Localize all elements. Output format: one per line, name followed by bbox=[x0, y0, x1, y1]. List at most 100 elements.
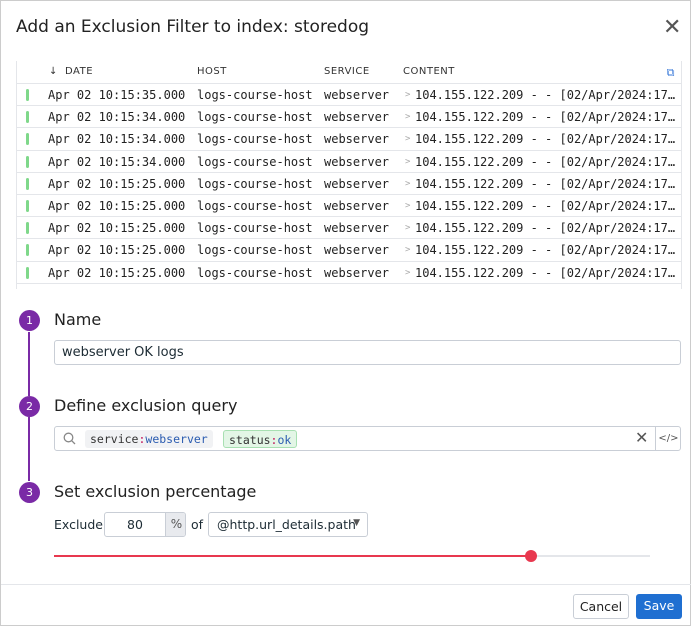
cell-content: 104.155.122.209 - - [02/Apr/2024:17… bbox=[415, 88, 676, 102]
status-indicator bbox=[26, 222, 29, 235]
exclude-label: Exclude bbox=[54, 517, 103, 532]
status-indicator bbox=[26, 244, 29, 257]
expand-chevron-icon[interactable]: > bbox=[405, 157, 410, 167]
step-1-badge: 1 bbox=[19, 310, 40, 331]
table-row[interactable]: Apr 02 10:15:34.000 logs-course-host web… bbox=[17, 149, 681, 172]
cell-content: 104.155.122.209 - - [02/Apr/2024:17… bbox=[415, 198, 676, 213]
col-date[interactable]: DATE bbox=[65, 66, 93, 77]
table-row[interactable]: Apr 02 10:15:35.000 logs-course-host web… bbox=[17, 83, 681, 105]
cell-service: webserver bbox=[324, 221, 390, 236]
status-indicator bbox=[26, 199, 29, 212]
table-row[interactable]: Apr 02 10:15:25.000 logs-course-host web… bbox=[17, 171, 681, 194]
cell-content: 104.155.122.209 - - [02/Apr/2024:17… bbox=[415, 154, 676, 169]
cell-service: webserver bbox=[324, 132, 390, 147]
cell-content: 104.155.122.209 - - [02/Apr/2024:17… bbox=[415, 176, 676, 191]
log-table[interactable]: ↓ DATE HOST SERVICE CONTENT ⧉ Apr 02 10:… bbox=[16, 61, 682, 289]
cell-service: webserver bbox=[324, 154, 390, 169]
expand-chevron-icon[interactable]: > bbox=[405, 90, 410, 100]
cell-content: 104.155.122.209 - - [02/Apr/2024:17… bbox=[415, 265, 676, 280]
table-row[interactable]: Apr 02 10:15:25.000 logs-course-host web… bbox=[17, 193, 681, 216]
cell-service: webserver bbox=[324, 198, 390, 213]
percent-unit: % bbox=[165, 513, 185, 536]
table-row[interactable]: Apr 02 10:15:25.000 logs-course-host web… bbox=[17, 282, 681, 289]
status-indicator bbox=[26, 177, 29, 190]
step-3-badge: 3 bbox=[19, 482, 40, 503]
slider-thumb[interactable] bbox=[524, 550, 537, 562]
code-toggle-icon[interactable]: </> bbox=[655, 427, 681, 450]
expand-chevron-icon[interactable]: > bbox=[405, 179, 410, 189]
status-indicator bbox=[26, 133, 29, 146]
exclusion-slider[interactable] bbox=[54, 550, 650, 562]
chevron-down-icon: ▼ bbox=[353, 518, 360, 528]
status-indicator bbox=[26, 266, 29, 279]
expand-chevron-icon[interactable]: > bbox=[405, 112, 410, 122]
table-row[interactable]: Apr 02 10:15:25.000 logs-course-host web… bbox=[17, 260, 681, 283]
clear-query-icon[interactable]: ✕ bbox=[635, 428, 648, 447]
query-input[interactable]: service:webserver status:ok ✕ </> bbox=[54, 426, 681, 451]
cell-content: 104.155.122.209 - - [02/Apr/2024:17… bbox=[415, 288, 675, 289]
cell-host: logs-course-host bbox=[197, 221, 313, 236]
cell-service: webserver bbox=[324, 176, 390, 191]
exclude-percent-input[interactable]: 80 % bbox=[104, 512, 186, 537]
slider-fill bbox=[54, 555, 531, 557]
expand-chevron-icon[interactable]: > bbox=[405, 245, 410, 255]
cell-host: logs-course-host bbox=[197, 198, 313, 213]
cell-host: logs-course-host bbox=[197, 154, 313, 169]
of-label: of bbox=[191, 517, 204, 532]
col-content[interactable]: CONTENT bbox=[403, 66, 455, 77]
cell-host: logs-course-host bbox=[197, 243, 313, 258]
search-icon bbox=[63, 432, 76, 445]
cell-content: 104.155.122.209 - - [02/Apr/2024:17… bbox=[415, 221, 676, 236]
cell-date: Apr 02 10:15:25.000 bbox=[48, 288, 185, 289]
cell-service: webserver bbox=[324, 88, 390, 102]
status-indicator bbox=[26, 89, 29, 101]
cell-host: logs-course-host bbox=[197, 110, 313, 125]
cell-date: Apr 02 10:15:35.000 bbox=[48, 88, 186, 102]
cell-host: logs-course-host bbox=[197, 132, 313, 147]
cell-date: Apr 02 10:15:34.000 bbox=[48, 132, 186, 147]
expand-chevron-icon[interactable]: > bbox=[405, 134, 410, 144]
cell-date: Apr 02 10:15:25.000 bbox=[48, 243, 186, 258]
cancel-button[interactable]: Cancel bbox=[573, 594, 629, 619]
table-header: ↓ DATE HOST SERVICE CONTENT ⧉ bbox=[17, 61, 681, 83]
table-row[interactable]: Apr 02 10:15:25.000 logs-course-host web… bbox=[17, 238, 681, 260]
cell-service: webserver bbox=[324, 288, 389, 289]
filter-name-input[interactable]: webserver OK logs bbox=[54, 340, 681, 365]
attribute-select[interactable]: @http.url_details.path ▼ bbox=[208, 512, 368, 537]
attribute-value: @http.url_details.path bbox=[217, 517, 356, 532]
status-indicator bbox=[26, 155, 29, 168]
step-2-badge: 2 bbox=[19, 396, 40, 417]
status-indicator bbox=[26, 111, 29, 124]
cell-service: webserver bbox=[324, 243, 390, 258]
step-connector bbox=[28, 417, 30, 481]
col-service[interactable]: SERVICE bbox=[324, 66, 370, 77]
cell-content: 104.155.122.209 - - [02/Apr/2024:17… bbox=[415, 243, 676, 258]
cell-service: webserver bbox=[324, 265, 390, 280]
cell-date: Apr 02 10:15:25.000 bbox=[48, 176, 186, 191]
table-row[interactable]: Apr 02 10:15:34.000 logs-course-host web… bbox=[17, 127, 681, 149]
expand-chevron-icon[interactable]: > bbox=[405, 223, 410, 233]
cell-host: logs-course-host bbox=[197, 288, 313, 289]
step-2-heading: Define exclusion query bbox=[54, 396, 238, 415]
cell-content: 104.155.122.209 - - [02/Apr/2024:17… bbox=[415, 132, 676, 147]
query-tag-service[interactable]: service:webserver bbox=[85, 430, 213, 448]
expand-chevron-icon[interactable]: > bbox=[405, 268, 410, 278]
footer-divider bbox=[1, 584, 691, 585]
cell-host: logs-course-host bbox=[197, 176, 313, 191]
percent-value[interactable]: 80 bbox=[105, 517, 165, 532]
step-connector bbox=[28, 332, 30, 396]
save-button[interactable]: Save bbox=[636, 594, 682, 619]
cell-service: webserver bbox=[324, 110, 390, 125]
close-icon[interactable]: ✕ bbox=[663, 15, 681, 40]
expand-chevron-icon[interactable]: > bbox=[405, 201, 410, 211]
cell-host: logs-course-host bbox=[197, 88, 313, 102]
table-row[interactable]: Apr 02 10:15:25.000 logs-course-host web… bbox=[17, 216, 681, 238]
col-host[interactable]: HOST bbox=[197, 66, 227, 77]
cell-date: Apr 02 10:15:34.000 bbox=[48, 154, 186, 169]
export-icon[interactable]: ⧉ bbox=[667, 66, 675, 80]
table-row[interactable]: Apr 02 10:15:34.000 logs-course-host web… bbox=[17, 105, 681, 127]
cell-content: 104.155.122.209 - - [02/Apr/2024:17… bbox=[415, 110, 676, 125]
cell-date: Apr 02 10:15:25.000 bbox=[48, 198, 186, 213]
sort-down-icon[interactable]: ↓ bbox=[49, 66, 58, 77]
query-tag-status[interactable]: status:ok bbox=[223, 430, 298, 448]
